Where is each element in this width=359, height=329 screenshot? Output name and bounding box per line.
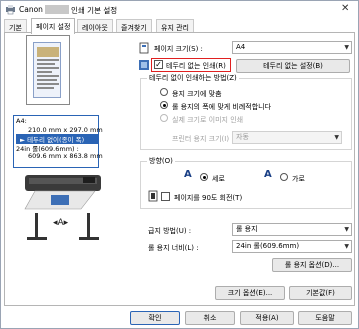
roll-width-select[interactable]: 24in 롤(609.6mm) ▼ [232, 240, 352, 253]
chevron-down-icon: ▼ [344, 226, 349, 233]
cancel-button[interactable]: 취소 [185, 311, 235, 325]
orientation-group-title: 방향(O) [147, 156, 175, 166]
tab-favorites[interactable]: 즐겨찾기 [116, 19, 152, 33]
defaults-button[interactable]: 기본값(F) [289, 286, 352, 300]
tab-layout[interactable]: 레이아웃 [77, 19, 113, 33]
feed-method-select[interactable]: 롤 용지 ▼ [232, 223, 352, 236]
printer-app-icon [6, 5, 15, 15]
window-title-prefix: Canon [19, 5, 43, 14]
info-paper-name: A4: [16, 117, 27, 125]
rotate-label: 페이지를 90도 회전(T) [174, 194, 243, 202]
page-size-label: 페이지 크기(S) : [154, 45, 203, 53]
page-size-icon [139, 42, 149, 54]
document-thumbnail [37, 47, 59, 89]
tab-page-setup[interactable]: 페이지 설정 [31, 18, 76, 34]
tab-maintenance[interactable]: 유지 관리 [156, 19, 194, 33]
fit-roll-width-radio[interactable] [160, 101, 168, 109]
info-paper-dims: 210.0 mm x 297.0 mm [28, 126, 103, 134]
borderless-label: 테두리 없는 인쇄(R) [166, 62, 226, 70]
info-roll-dims: 609.6 mm x 863.8 mm [28, 152, 103, 160]
roll-width-value: 24in 롤(609.6mm) [236, 242, 300, 250]
portrait-radio[interactable] [200, 173, 208, 181]
close-icon[interactable]: ✕ [341, 3, 349, 14]
fit-to-paper-radio[interactable] [160, 88, 168, 96]
chevron-down-icon: ▼ [334, 134, 339, 141]
portrait-icon: A [184, 169, 192, 180]
landscape-radio[interactable] [280, 173, 288, 181]
window-title: 인쇄 기본 설정 [71, 6, 118, 15]
borderless-icon [139, 60, 149, 70]
tab-basic[interactable]: 기본 [4, 19, 27, 33]
printer-paper-size-select[interactable]: 자동 ▼ [232, 131, 342, 144]
rotate-checkbox[interactable] [161, 192, 170, 201]
redacted-printer-name [45, 5, 69, 14]
chevron-down-icon: ▼ [344, 44, 349, 51]
size-options-button[interactable]: 크기 옵션(E)... [215, 286, 285, 300]
page-size-select[interactable]: A4 ▼ [232, 41, 352, 54]
fit-to-paper-label: 용지 크기에 맞춤 [172, 90, 222, 98]
title-bar: Canon 인쇄 기본 설정 ✕ [1, 1, 358, 18]
svg-text:◂A▸: ◂A▸ [53, 218, 69, 228]
apply-button[interactable]: 적용(A) [240, 311, 294, 325]
roll-width-label: 롤 용지 너비(L) : [148, 244, 199, 252]
borderless-checkbox[interactable]: ✓ [154, 60, 163, 69]
borderless-settings-button[interactable]: 테두리 없는 설정(B) [236, 59, 350, 73]
roll-options-button[interactable]: 롤 용지 옵션(D)... [272, 258, 352, 272]
method-group-title: 테두리 없이 인쇄하는 방법(Z) [147, 73, 239, 83]
rotate-icon [148, 190, 158, 202]
printer-paper-size-value: 자동 [236, 133, 249, 141]
page-preview [6, 35, 100, 108]
ok-button[interactable]: 확인 [130, 311, 180, 325]
chevron-down-icon: ▼ [344, 243, 349, 250]
feed-method-value: 롤 용지 [236, 225, 258, 233]
landscape-label: 가로 [292, 175, 305, 183]
feed-method-label: 급지 방법(U) : [148, 227, 192, 235]
orientation-group [140, 161, 352, 209]
paper-preview [26, 35, 70, 105]
printer-paper-size-label: 프린터 용지 크기(I) : [172, 135, 234, 143]
printer-illustration: ◂A▸ [24, 175, 101, 240]
help-button[interactable]: 도움말 [298, 311, 352, 325]
actual-size-label: 실제 크기로 이미지 인쇄 [172, 116, 244, 124]
fit-roll-width-label: 롤 용지의 폭에 맞게 비례적합니다 [172, 103, 272, 111]
page-size-value: A4 [236, 43, 246, 51]
paper-info-box: A4: 210.0 mm x 297.0 mm ► 테두리 없이(종이 폭) 2… [13, 115, 103, 168]
landscape-icon: A [264, 169, 272, 180]
actual-size-radio[interactable] [160, 114, 168, 122]
portrait-label: 세로 [212, 175, 225, 183]
print-preferences-window: Canon 인쇄 기본 설정 ✕ 기본 페이지 설정 레이아웃 즐겨찾기 유지 … [0, 0, 359, 329]
